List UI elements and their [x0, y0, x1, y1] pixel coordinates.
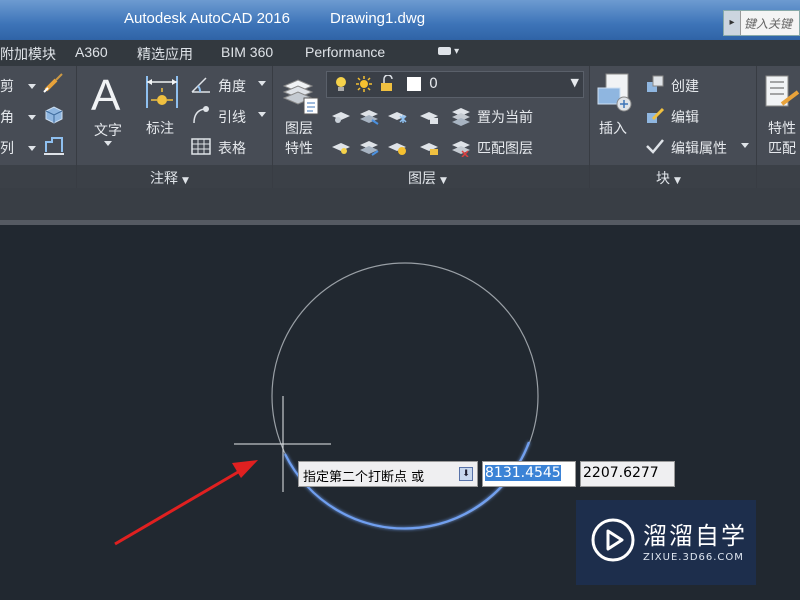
match-layer-label[interactable]: 匹配图层 — [477, 138, 533, 158]
dimension-tool-label[interactable]: 标注 — [146, 118, 174, 138]
ribbon-minimize-toggle[interactable]: ▾ — [438, 46, 470, 60]
chevron-down-icon: ▼ — [182, 176, 189, 186]
set-current-label[interactable]: 置为当前 — [477, 107, 533, 127]
text-dropdown-icon[interactable] — [103, 140, 113, 148]
layers-panel-label[interactable]: 图层 ▼ — [408, 168, 447, 188]
tab-addins[interactable]: 附加模块 — [0, 44, 56, 64]
edit-block-icon[interactable] — [645, 105, 667, 125]
unlock-icon[interactable] — [379, 75, 395, 93]
table-icon[interactable] — [190, 136, 212, 156]
layer-off-icon[interactable] — [330, 106, 352, 126]
modify-trim-label[interactable]: 剪 — [0, 76, 14, 96]
layer-unlock-icon[interactable] — [418, 137, 440, 157]
dropdown-arrow-icon[interactable] — [26, 111, 38, 123]
properties-label-2[interactable]: 匹配 — [768, 138, 796, 158]
layer-color-swatch — [407, 77, 421, 91]
modify-array-label[interactable]: 列 — [0, 138, 14, 158]
angle-dimension-icon[interactable] — [190, 74, 212, 94]
y-coordinate-input[interactable]: 2207.6277 — [580, 461, 675, 487]
chevron-down-icon: ▼ — [440, 176, 447, 186]
offset-shape-icon[interactable] — [42, 134, 66, 156]
create-block-icon[interactable] — [645, 74, 667, 94]
layer-lock-icon[interactable] — [418, 106, 440, 126]
properties-icon[interactable] — [764, 72, 800, 114]
layers-panel-text: 图层 — [408, 171, 436, 187]
panel-separator — [76, 66, 77, 188]
current-layer-value: 0 — [429, 76, 438, 92]
edit-attributes-label[interactable]: 编辑属性 — [671, 138, 727, 158]
insert-block-icon[interactable] — [596, 72, 636, 114]
red-arrow-head — [232, 460, 258, 478]
ribbon-tabs: 附加模块 A360 精选应用 BIM 360 Performance ▾ — [0, 40, 800, 66]
create-block-label[interactable]: 创建 — [671, 76, 699, 96]
y-coordinate-value: 2207.6277 — [583, 465, 659, 481]
leader-label[interactable]: 引线 — [218, 107, 246, 127]
minimize-icon — [438, 47, 451, 55]
tab-featured-apps[interactable]: 精选应用 — [137, 44, 193, 64]
layer-properties-label-2[interactable]: 特性 — [285, 138, 313, 158]
layer-thaw-icon[interactable] — [386, 137, 408, 157]
red-arrow-shaft — [114, 466, 246, 546]
layer-freeze-icon[interactable] — [386, 106, 408, 126]
prompt-text: 指定第二个打断点 或 — [303, 470, 425, 485]
x-coordinate-input[interactable]: 8131.4545 — [482, 461, 576, 487]
sun-icon[interactable] — [355, 75, 373, 93]
tab-bim360[interactable]: BIM 360 — [221, 44, 273, 60]
layer-on-icon[interactable] — [330, 137, 352, 157]
panel-separator — [589, 66, 590, 188]
layer-properties-icon[interactable] — [280, 72, 322, 116]
layer-properties-label-1[interactable]: 图层 — [285, 118, 313, 138]
watermark: 溜溜自学 ZIXUE.3D66.COM — [576, 500, 756, 585]
edit-block-label[interactable]: 编辑 — [671, 107, 699, 127]
annotation-panel-text: 注释 — [150, 171, 178, 187]
table-label[interactable]: 表格 — [218, 138, 246, 158]
set-current-layer-icon[interactable] — [450, 106, 472, 126]
3d-box-icon[interactable] — [42, 103, 66, 125]
match-properties-brush-icon[interactable] — [42, 72, 66, 94]
tab-performance[interactable]: Performance — [305, 44, 385, 60]
chevron-down-icon: ▼ — [674, 176, 681, 186]
watermark-url: ZIXUE.3D66.COM — [643, 552, 744, 563]
tab-a360[interactable]: A360 — [75, 44, 108, 60]
dynamic-input-prompt: 指定第二个打断点 或 ⬇ — [298, 461, 478, 487]
leader-icon[interactable] — [190, 105, 212, 125]
match-layer-icon[interactable] — [450, 137, 472, 157]
angle-label[interactable]: 角度 — [218, 76, 246, 96]
block-panel-label[interactable]: 块 ▼ — [656, 168, 681, 188]
svg-text:A: A — [91, 72, 121, 116]
app-title: Autodesk AutoCAD 2016 — [124, 10, 290, 27]
properties-label-1[interactable]: 特性 — [768, 118, 796, 138]
insert-label[interactable]: 插入 — [599, 118, 627, 138]
text-tool-icon[interactable]: A — [89, 72, 129, 116]
edit-attributes-icon[interactable] — [645, 136, 667, 156]
block-panel-text: 块 — [656, 171, 670, 187]
layer-isolate-icon[interactable] — [358, 106, 380, 126]
annotation-panel-label[interactable]: 注释 ▼ — [150, 168, 189, 188]
dropdown-arrow-icon[interactable] — [26, 80, 38, 92]
modify-fillet-label[interactable]: 角 — [0, 107, 14, 127]
file-tab-bar — [0, 188, 800, 220]
search-placeholder: 键入关键 — [744, 17, 793, 31]
watermark-brand: 溜溜自学 — [643, 522, 747, 550]
leader-dropdown-icon[interactable] — [257, 111, 267, 119]
x-coordinate-value: 8131.4545 — [485, 465, 561, 481]
edit-attributes-dropdown-icon[interactable] — [740, 142, 750, 150]
layer-unisolate-icon[interactable] — [358, 137, 380, 157]
title-bar: Autodesk AutoCAD 2016 Drawing1.dwg ▸ 键入关… — [0, 0, 800, 40]
angle-dropdown-icon[interactable] — [257, 80, 267, 88]
chevron-down-icon[interactable]: ▼ — [571, 76, 579, 89]
text-tool-label[interactable]: 文字 — [94, 120, 122, 140]
panel-separator — [272, 66, 273, 188]
play-logo-icon — [591, 518, 635, 562]
lightbulb-icon[interactable] — [333, 75, 349, 93]
document-title: Drawing1.dwg — [330, 10, 426, 27]
search-expand-icon[interactable]: ▸ — [724, 11, 741, 35]
dimension-tool-icon[interactable] — [143, 72, 181, 112]
panel-separator — [756, 66, 757, 188]
dropdown-arrow-icon[interactable] — [26, 142, 38, 154]
ribbon: 剪 角 列 A 文字 标注 角度 引线 表格 注释 ▼ 图层 特性 0 ▼ 置为… — [0, 66, 800, 188]
search-box[interactable]: ▸ 键入关键 — [723, 10, 800, 36]
options-arrow-icon[interactable]: ⬇ — [459, 467, 473, 481]
layer-dropdown[interactable]: 0 ▼ — [326, 71, 584, 98]
